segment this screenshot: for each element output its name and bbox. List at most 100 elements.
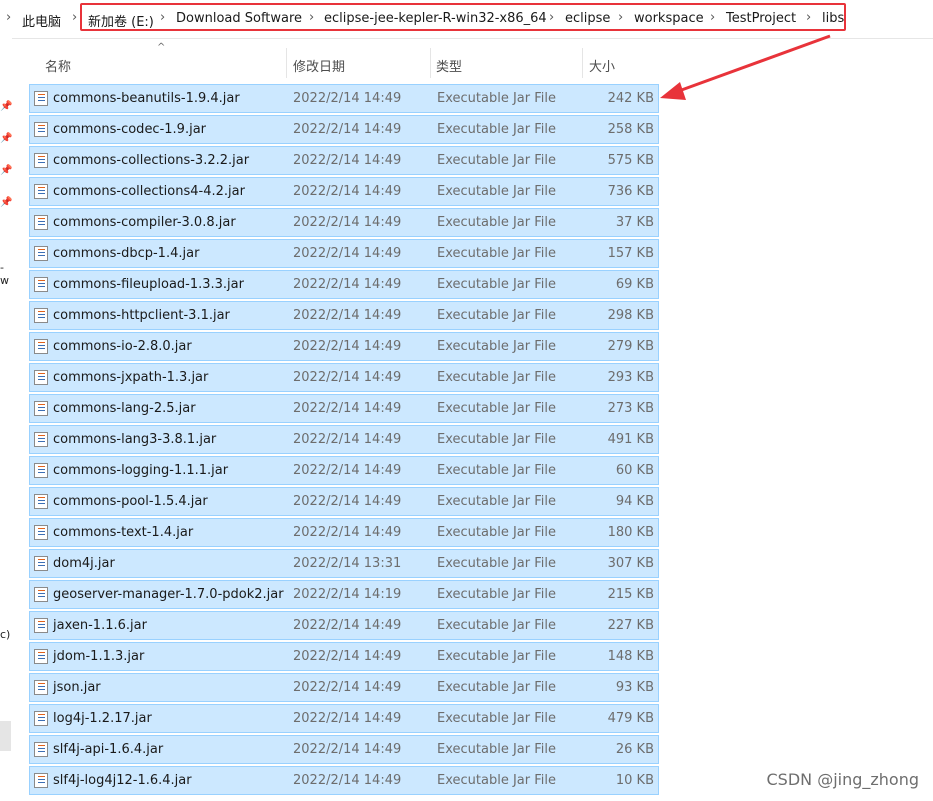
file-row[interactable]: json.jar 2022/2/14 14:49 Executable Jar Fi… bbox=[29, 673, 659, 702]
file-name: log4j-1.2.17.jar bbox=[53, 711, 152, 726]
file-type: Executable Jar File bbox=[437, 277, 556, 292]
column-header-type[interactable]: 类型 bbox=[436, 56, 462, 75]
file-type: Executable Jar File bbox=[437, 122, 556, 137]
file-name: slf4j-log4j12-1.6.4.jar bbox=[53, 773, 192, 788]
file-name: json.jar bbox=[53, 680, 101, 695]
column-divider[interactable] bbox=[430, 48, 431, 78]
file-row[interactable]: commons-dbcp-1.4.jar 2022/2/14 14:49 Execu… bbox=[29, 239, 659, 268]
file-row[interactable]: commons-logging-1.1.1.jar 2022/2/14 14:49… bbox=[29, 456, 659, 485]
jar-file-icon bbox=[34, 308, 48, 323]
jar-file-icon bbox=[34, 773, 48, 788]
jar-file-icon bbox=[34, 184, 48, 199]
jar-file-icon bbox=[34, 122, 48, 137]
column-divider[interactable] bbox=[286, 48, 287, 78]
column-header-name[interactable]: 名称 bbox=[45, 56, 71, 75]
jar-file-icon bbox=[34, 649, 48, 664]
file-name: commons-dbcp-1.4.jar bbox=[53, 246, 200, 261]
pin-icon[interactable]: 📌 bbox=[0, 165, 12, 176]
file-size: 60 KB bbox=[615, 463, 654, 478]
file-size: 180 KB bbox=[607, 525, 654, 540]
file-modified-date: 2022/2/14 14:49 bbox=[293, 463, 402, 478]
file-size: 26 KB bbox=[615, 742, 654, 757]
breadcrumb-this-pc[interactable]: 此电脑 bbox=[22, 11, 61, 30]
file-modified-date: 2022/2/14 14:49 bbox=[293, 680, 402, 695]
file-row[interactable]: geoserver-manager-1.7.0-pdok2.jar 2022/2/… bbox=[29, 580, 659, 609]
file-row[interactable]: commons-pool-1.5.4.jar 2022/2/14 14:49 Exe… bbox=[29, 487, 659, 516]
column-header-date[interactable]: 修改日期 bbox=[293, 56, 345, 75]
file-row[interactable]: jdom-1.1.3.jar 2022/2/14 14:49 Executable … bbox=[29, 642, 659, 671]
file-row[interactable]: commons-fileupload-1.3.3.jar 2022/2/14 14… bbox=[29, 270, 659, 299]
jar-file-icon bbox=[34, 432, 48, 447]
jar-file-icon bbox=[34, 680, 48, 695]
file-modified-date: 2022/2/14 14:49 bbox=[293, 308, 402, 323]
file-modified-date: 2022/2/14 14:49 bbox=[293, 494, 402, 509]
jar-file-icon bbox=[34, 215, 48, 230]
file-modified-date: 2022/2/14 14:49 bbox=[293, 711, 402, 726]
file-row[interactable]: commons-compiler-3.0.8.jar 2022/2/14 14:4… bbox=[29, 208, 659, 237]
file-modified-date: 2022/2/14 14:49 bbox=[293, 122, 402, 137]
jar-file-icon bbox=[34, 339, 48, 354]
file-modified-date: 2022/2/14 14:49 bbox=[293, 742, 402, 757]
file-row[interactable]: commons-codec-1.9.jar 2022/2/14 14:49 Exec… bbox=[29, 115, 659, 144]
file-name: commons-collections-3.2.2.jar bbox=[53, 153, 250, 168]
file-name: commons-lang3-3.8.1.jar bbox=[53, 432, 217, 447]
address-bar[interactable]: › 此电脑 › 新加卷 (E:) › Download Software › e… bbox=[0, 0, 933, 39]
file-name: commons-logging-1.1.1.jar bbox=[53, 463, 229, 478]
file-modified-date: 2022/2/14 13:31 bbox=[293, 556, 402, 571]
file-row[interactable]: commons-collections-3.2.2.jar 2022/2/14 1… bbox=[29, 146, 659, 175]
jar-file-icon bbox=[34, 91, 48, 106]
file-name: commons-compiler-3.0.8.jar bbox=[53, 215, 236, 230]
file-row[interactable]: log4j-1.2.17.jar 2022/2/14 14:49 Executabl… bbox=[29, 704, 659, 733]
file-modified-date: 2022/2/14 14:49 bbox=[293, 773, 402, 788]
jar-file-icon bbox=[34, 556, 48, 571]
chevron-right-icon[interactable]: › bbox=[6, 10, 11, 25]
file-name: commons-io-2.8.0.jar bbox=[53, 339, 192, 354]
jar-file-icon bbox=[34, 246, 48, 261]
jar-file-icon bbox=[34, 711, 48, 726]
file-size: 298 KB bbox=[607, 308, 654, 323]
file-row[interactable]: jaxen-1.1.6.jar 2022/2/14 14:49 Executable… bbox=[29, 611, 659, 640]
nav-item-fragment[interactable]: c) bbox=[0, 628, 10, 641]
file-size: 279 KB bbox=[607, 339, 654, 354]
file-row[interactable]: commons-jxpath-1.3.jar 2022/2/14 14:49 Exe… bbox=[29, 363, 659, 392]
file-row[interactable]: commons-lang3-3.8.1.jar 2022/2/14 14:49 Ex… bbox=[29, 425, 659, 454]
file-name: commons-collections4-4.2.jar bbox=[53, 184, 245, 199]
file-size: 479 KB bbox=[607, 711, 654, 726]
file-modified-date: 2022/2/14 14:49 bbox=[293, 339, 402, 354]
pin-icon[interactable]: 📌 bbox=[0, 101, 12, 112]
file-type: Executable Jar File bbox=[437, 246, 556, 261]
file-row[interactable]: dom4j.jar 2022/2/14 13:31 Executable Jar F… bbox=[29, 549, 659, 578]
pin-icon[interactable]: 📌 bbox=[0, 197, 12, 208]
file-row[interactable]: slf4j-log4j12-1.6.4.jar 2022/2/14 14:49 Ex… bbox=[29, 766, 659, 795]
file-name: commons-beanutils-1.9.4.jar bbox=[53, 91, 240, 106]
column-header-size[interactable]: 大小 bbox=[589, 56, 615, 75]
file-modified-date: 2022/2/14 14:49 bbox=[293, 401, 402, 416]
jar-file-icon bbox=[34, 525, 48, 540]
nav-item-fragment[interactable]: -w bbox=[0, 261, 12, 287]
file-row[interactable]: commons-collections4-4.2.jar 2022/2/14 14… bbox=[29, 177, 659, 206]
file-size: 69 KB bbox=[615, 277, 654, 292]
file-size: 575 KB bbox=[607, 153, 654, 168]
file-row[interactable]: commons-io-2.8.0.jar 2022/2/14 14:49 Execu… bbox=[29, 332, 659, 361]
pin-icon[interactable]: 📌 bbox=[0, 133, 12, 144]
file-size: 157 KB bbox=[607, 246, 654, 261]
column-divider[interactable] bbox=[582, 48, 583, 78]
chevron-right-icon[interactable]: › bbox=[72, 10, 77, 25]
file-row[interactable]: commons-text-1.4.jar 2022/2/14 14:49 Execu… bbox=[29, 518, 659, 547]
file-name: jdom-1.1.3.jar bbox=[53, 649, 145, 664]
file-row[interactable]: commons-beanutils-1.9.4.jar 2022/2/14 14:… bbox=[29, 84, 659, 113]
nav-item-selected[interactable] bbox=[0, 721, 11, 751]
red-highlight-box bbox=[80, 3, 846, 31]
file-modified-date: 2022/2/14 14:49 bbox=[293, 153, 402, 168]
file-row[interactable]: slf4j-api-1.6.4.jar 2022/2/14 14:49 Execut… bbox=[29, 735, 659, 764]
file-type: Executable Jar File bbox=[437, 370, 556, 385]
file-type: Executable Jar File bbox=[437, 556, 556, 571]
file-row[interactable]: commons-lang-2.5.jar 2022/2/14 14:49 Execu… bbox=[29, 394, 659, 423]
file-type: Executable Jar File bbox=[437, 463, 556, 478]
file-type: Executable Jar File bbox=[437, 91, 556, 106]
file-type: Executable Jar File bbox=[437, 432, 556, 447]
file-row[interactable]: commons-httpclient-3.1.jar 2022/2/14 14:4… bbox=[29, 301, 659, 330]
jar-file-icon bbox=[34, 463, 48, 478]
file-name: commons-fileupload-1.3.3.jar bbox=[53, 277, 244, 292]
file-size: 242 KB bbox=[607, 91, 654, 106]
